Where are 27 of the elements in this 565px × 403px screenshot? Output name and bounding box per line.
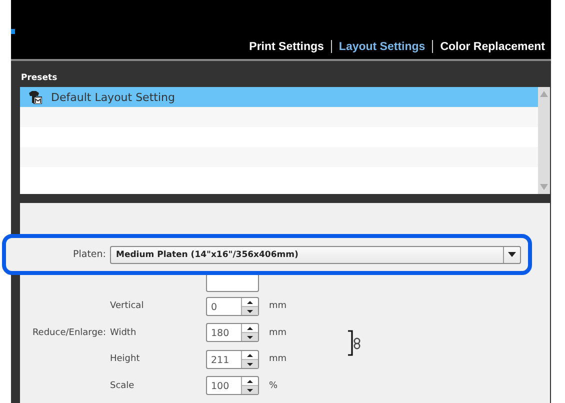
scroll-down-arrow-icon[interactable] [540,184,548,190]
unit-label: % [269,380,278,391]
scrollbar[interactable] [538,87,550,194]
tab[interactable]: Layout Settings [338,40,426,52]
presets-title: Presets [21,73,58,83]
group-label: Reduce/Enlarge: [31,328,107,338]
field-label: Width [110,328,138,338]
unit-label: mm [269,354,287,364]
platen-dropdown[interactable]: Medium Platen (14"x16"/356x406mm) [110,246,521,264]
tab[interactable]: Color Replacement [440,40,545,52]
spin-field[interactable]: 211 [206,350,259,369]
scroll-up-arrow-icon[interactable] [540,91,548,97]
accent-mark [11,29,15,34]
spin-field[interactable]: 100 [206,376,259,396]
tab[interactable]: Print Settings [249,40,324,52]
shirt-icon [28,90,42,104]
preset-item[interactable]: Default Layout Setting [20,87,538,107]
link-chain-icon [347,330,361,356]
unit-label: mm [269,328,287,338]
spin-field[interactable]: 0 [206,296,259,316]
field-label: Vertical [110,301,145,312]
unit-label: mm [269,301,287,312]
field-label: Scale [110,380,136,391]
dropdown-caret-icon [508,252,516,257]
field-label: Height [110,354,141,364]
spin-field[interactable]: 180 [206,323,259,342]
platen-label: Platen: [72,249,107,260]
